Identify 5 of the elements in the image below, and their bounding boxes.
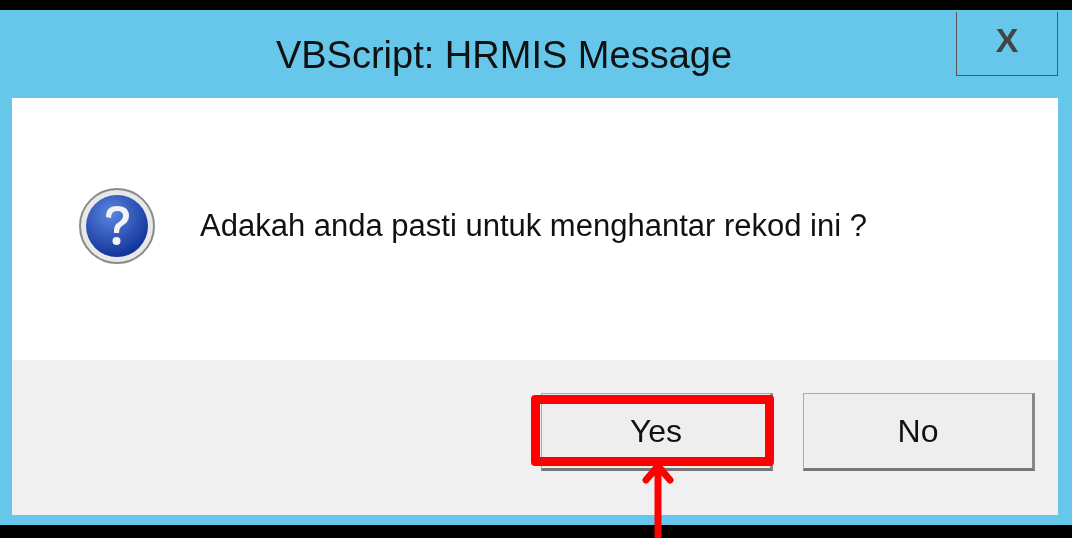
window-title: VBScript: HRMIS Message [274,33,734,77]
message-text: Adakah anda pasti untuk menghantar rekod ini ? [200,208,867,244]
dialog-button[interactable]: No [803,393,1035,471]
close-button[interactable]: X [956,12,1058,76]
question-icon [78,187,156,265]
